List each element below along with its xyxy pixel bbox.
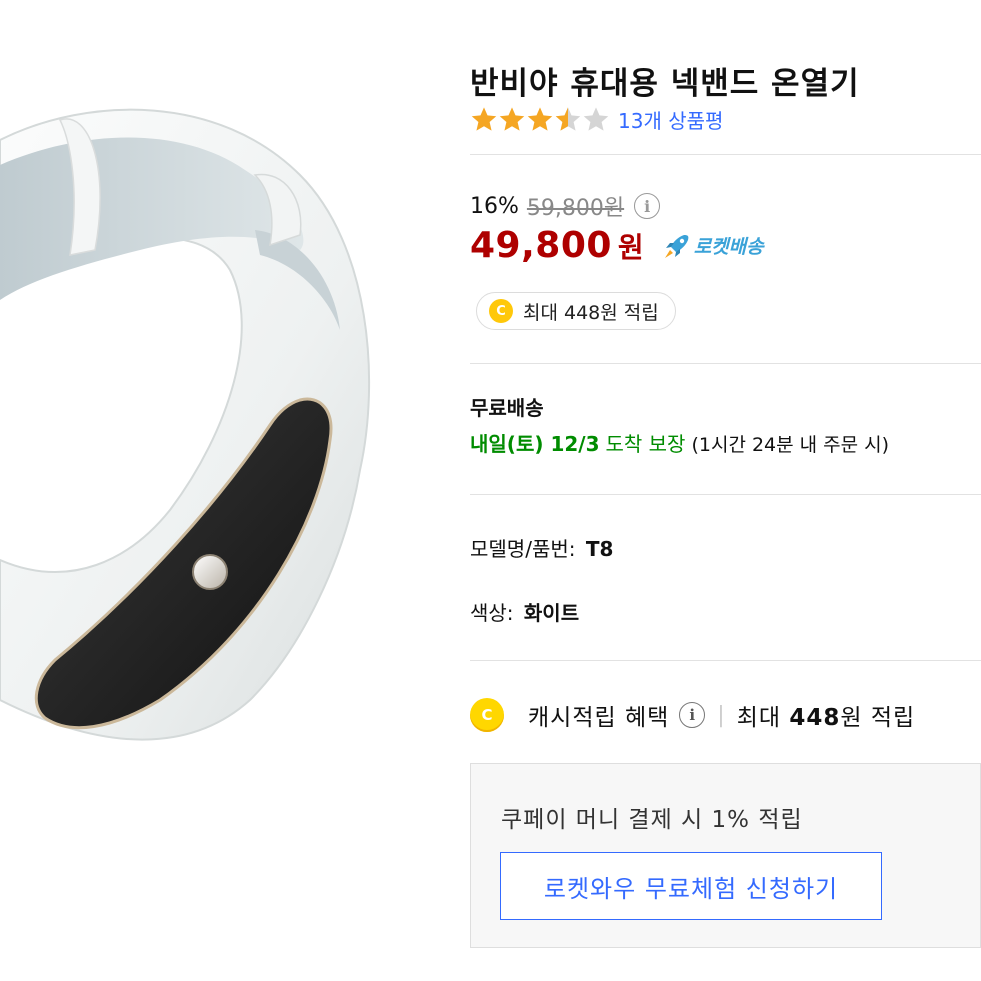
- neckband-illustration: [0, 108, 371, 741]
- original-price: 59,800원: [526, 196, 625, 221]
- rocket-delivery-label: 로켓배송: [693, 236, 764, 258]
- product-title: 반비야 휴대용 넥밴드 온열기: [470, 66, 860, 102]
- delivery-date: 내일(토) 12/3: [470, 432, 600, 456]
- sale-price: 49,800: [470, 225, 612, 266]
- cash-benefit-max: 최대 448원 적립: [737, 698, 915, 732]
- star-half-icon: [555, 107, 581, 131]
- delivery-eta: 내일(토) 12/3 도착 보장 (1시간 24분 내 주문 시): [470, 428, 889, 457]
- model-spec: 모델명/품번: T8: [470, 533, 613, 562]
- separator: |: [717, 702, 725, 728]
- rocket-delivery-badge: 로켓배송: [662, 231, 764, 261]
- color-value: 화이트: [523, 601, 580, 625]
- sale-price-row: 49,800 원 로켓배송: [470, 225, 764, 266]
- cash-reward-pill: C 최대 448원 적립: [476, 292, 676, 330]
- benefit-max-prefix: 최대: [736, 705, 782, 731]
- discount-rate: 16%: [470, 193, 519, 219]
- currency-label: 원: [617, 230, 644, 264]
- divider: [470, 154, 981, 155]
- model-value: T8: [585, 537, 614, 561]
- original-price-row: 16% 59,800원 i: [470, 190, 661, 222]
- color-label: 색상:: [470, 601, 514, 625]
- shipping-fee-label: 무료배송: [470, 396, 544, 420]
- divider: [470, 660, 981, 661]
- review-count-link[interactable]: 13개 상품평: [618, 105, 723, 134]
- cash-reward-text: 최대 448원 적립: [523, 301, 659, 324]
- benefit-max-amount: 448: [789, 705, 841, 731]
- benefit-max-suffix: 원 적립: [840, 705, 916, 731]
- info-icon[interactable]: i: [679, 702, 706, 728]
- delivery-cutoff-note: (1시간 24분 내 주문 시): [691, 434, 890, 456]
- rocket-icon: [664, 234, 689, 258]
- color-spec: 색상: 화이트: [470, 597, 579, 626]
- divider: [470, 494, 981, 495]
- product-info-panel: 반비야 휴대용 넥밴드 온열기 13개 상품평 16% 59,800원 i 49…: [470, 0, 981, 981]
- star-full-icon: [527, 107, 553, 131]
- model-label: 모델명/품번:: [470, 537, 576, 561]
- rocket-wow-trial-button[interactable]: 로켓와우 무료체험 신청하기: [500, 852, 882, 920]
- product-image: [0, 0, 440, 981]
- coupang-cash-coin-icon: C: [470, 698, 504, 732]
- star-empty-icon: [583, 107, 609, 131]
- star-rating: [470, 105, 610, 133]
- cash-benefit-row: C 캐시적립 혜택 i | 최대 448원 적립: [470, 695, 915, 735]
- delivery-guarantee: 도착 보장: [605, 432, 686, 456]
- star-full-icon: [499, 107, 525, 131]
- coupay-promo-box: 쿠페이 머니 결제 시 1% 적립 로켓와우 무료체험 신청하기: [470, 763, 981, 948]
- star-full-icon: [471, 107, 497, 131]
- rating-row: 13개 상품평: [470, 104, 723, 134]
- price-info-icon[interactable]: i: [634, 193, 661, 219]
- coupay-reward-text: 쿠페이 머니 결제 시 1% 적립: [501, 807, 803, 833]
- cash-benefit-label: 캐시적립 혜택: [528, 705, 670, 731]
- divider: [470, 363, 981, 364]
- coupang-cash-coin-icon: C: [489, 299, 513, 323]
